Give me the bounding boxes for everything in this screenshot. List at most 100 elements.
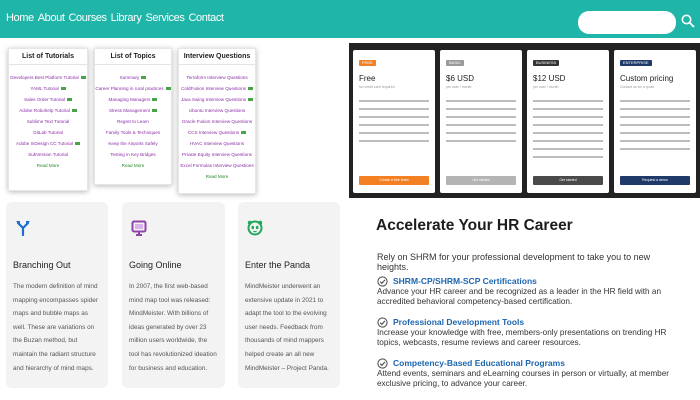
plan-tag: BUSINESS (533, 60, 560, 66)
check-circle-icon (377, 317, 388, 328)
new-badge-icon (60, 87, 66, 91)
feature-description: The modern definition of mind mapping en… (13, 283, 98, 372)
topics-list: Summary Career Planning in rural practic… (95, 72, 171, 171)
nav-about-link[interactable]: About (38, 12, 65, 24)
monitor-icon (131, 220, 147, 236)
list-item[interactable]: Sales Order Tutorial (9, 94, 87, 105)
plan-price: $6 USD (446, 74, 475, 83)
nav-links: Home About Courses Library Services Cont… (6, 12, 224, 24)
plan-price: $12 USD (533, 74, 566, 83)
tutorials-list: Developers Best Platform Tutorial YAML T… (9, 72, 87, 171)
list-item[interactable]: Adobe Robohelp Tutorial (9, 105, 87, 116)
benefit-link[interactable]: Competency-Based Educational Programs (393, 358, 565, 368)
page-collage: { "nav": { "items": ["Home", "About", "C… (0, 0, 700, 400)
benefit-description: Attend events, seminars and eLearning co… (377, 369, 670, 388)
list-item[interactable]: Excel Formulas Interview Questions (179, 160, 255, 171)
nav-services-link[interactable]: Services (146, 12, 185, 24)
list-item[interactable]: ColdFusion Interview Questions (179, 83, 255, 94)
nav-library-link[interactable]: Library (111, 12, 142, 24)
card-title: Interview Questions (179, 53, 255, 65)
plan-tag: BASIC (446, 60, 465, 66)
plan-tag: FREE (359, 60, 376, 66)
list-item[interactable]: Family Tools & Techniques (95, 127, 171, 138)
nav-contact-link[interactable]: Contact (188, 12, 224, 24)
list-item[interactable]: Keep the Airports Safely (95, 138, 171, 149)
benefit-link[interactable]: SHRM-CP/SHRM-SCP Certifications (393, 276, 537, 286)
list-item[interactable]: Sublime Text Tutorial (9, 116, 87, 127)
plan-subtitle: per user / month (446, 85, 472, 89)
new-badge-icon (152, 109, 158, 113)
list-item[interactable]: Regret to Learn (95, 116, 171, 127)
panda-icon (247, 220, 263, 236)
read-more-link[interactable]: Read More (95, 160, 171, 171)
feature-title: Branching Out (13, 260, 71, 270)
hr-career-section: Accelerate Your HR Career Rely on SHRM f… (349, 198, 700, 400)
feature-card-branching: Branching Out The modern definition of m… (6, 202, 108, 388)
read-more-link[interactable]: Read More (179, 171, 255, 182)
search-input[interactable] (578, 11, 676, 34)
check-circle-icon (377, 358, 388, 369)
check-circle-icon (377, 276, 388, 287)
new-badge-icon (247, 87, 253, 91)
pricing-plan-basic: BASIC $6 USD per user / month Get starte… (440, 50, 522, 193)
feature-description: In 2007, the first web-based mind map to… (129, 283, 217, 372)
search-icon[interactable] (681, 14, 695, 28)
list-item[interactable]: GitLab Tutorial (9, 127, 87, 138)
get-started-button[interactable]: Get started (446, 176, 516, 185)
new-badge-icon (71, 109, 77, 113)
topics-card: List of Topics Summary Career Planning i… (94, 48, 172, 185)
pricing-plan-business: BUSINESS $12 USD per user / month Get st… (527, 50, 609, 193)
list-item[interactable]: HVAC Interview Questions (179, 138, 255, 149)
create-free-team-button[interactable]: Create a free team (359, 176, 429, 185)
feature-title: Enter the Panda (245, 260, 311, 270)
new-badge-icon (165, 87, 171, 91)
list-item[interactable]: Private Equity Interview Questions (179, 149, 255, 160)
new-badge-icon (141, 76, 147, 80)
nav-home-link[interactable]: Home (6, 12, 34, 24)
pricing-plan-free: FREE Free No credit card required Create… (353, 50, 435, 193)
read-more-link[interactable]: Read More (9, 160, 87, 171)
feature-card-panda: Enter the Panda MindMeister underwent an… (238, 202, 340, 388)
new-badge-icon (80, 76, 86, 80)
benefit-link[interactable]: Professional Development Tools (393, 317, 524, 327)
list-item[interactable]: CCS Interview Questions (179, 127, 255, 138)
top-navbar: Home About Courses Library Services Cont… (0, 0, 700, 38)
plan-features (446, 100, 516, 148)
tutorials-card: List of Tutorials Developers Best Platfo… (8, 48, 88, 191)
list-item[interactable]: Adobe InDesign CC Tutorial (9, 138, 87, 149)
list-item[interactable]: Developers Best Platform Tutorial (9, 72, 87, 83)
card-title: List of Topics (95, 53, 171, 65)
list-item[interactable]: Testing in Key Bridges (95, 149, 171, 160)
new-badge-icon (66, 98, 72, 102)
plan-subtitle: No credit card required (359, 85, 395, 89)
new-badge-icon (152, 98, 158, 102)
section-title: Accelerate Your HR Career (376, 217, 573, 234)
plan-tag: ENTERPRISE (620, 60, 652, 66)
plan-subtitle: Contact us for a quote (620, 85, 655, 89)
feature-description: MindMeister underwent an extensive updat… (245, 283, 329, 372)
list-item[interactable]: Summary (95, 72, 171, 83)
list-item[interactable]: Ubuntu Interview Questions (179, 105, 255, 116)
get-started-button[interactable]: Get started (533, 176, 603, 185)
list-item[interactable]: Stress Management (95, 105, 171, 116)
list-item[interactable]: YAML Tutorial (9, 83, 87, 94)
card-title: List of Tutorials (9, 53, 87, 65)
pricing-panel: FREE Free No credit card required Create… (349, 43, 700, 198)
new-badge-icon (74, 142, 80, 146)
benefit-description: Increase your knowledge with free, membe… (377, 328, 667, 347)
plan-features (533, 100, 603, 164)
list-item[interactable]: Managing Managers (95, 94, 171, 105)
feature-card-online: Going Online In 2007, the first web-base… (122, 202, 225, 388)
branch-icon (16, 221, 30, 236)
request-demo-button[interactable]: Request a demo (620, 176, 690, 185)
list-item[interactable]: Oracle Fusion Interview Questions (179, 116, 255, 127)
plan-subtitle: per user / month (533, 85, 559, 89)
new-badge-icon (241, 131, 247, 135)
interview-questions-card: Interview Questions Terraform Interview … (178, 48, 256, 194)
list-item[interactable]: Terraform Interview Questions (179, 72, 255, 83)
list-item[interactable]: Career Planning in rural practices (95, 83, 171, 94)
list-item[interactable]: Java Swing Interview Questions (179, 94, 255, 105)
plan-features (620, 100, 690, 156)
nav-courses-link[interactable]: Courses (69, 12, 108, 24)
list-item[interactable]: SubVersion Tutorial (9, 149, 87, 160)
